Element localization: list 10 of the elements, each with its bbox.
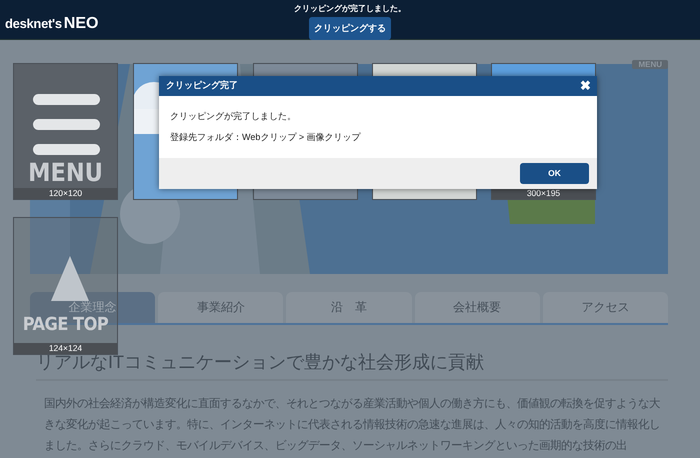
- nav-tab[interactable]: 事業紹介: [158, 292, 284, 323]
- status-message: クリッピングが完了しました。: [294, 3, 406, 14]
- body-paragraph: 国内外の社会経済が構造変化に直面するなかで、それとつながる産業活動や個人の働き方にも、価値観の転換を促すような大きな変化が起こっています。特に、インターネットに代表される情報技術の急速な進展は、人々の知的活動を高度に情報化しました。さらにクラウド、モバイルデバイス、ビッグデータ、ソーシャルネットワーキングといった画期的な技術の出: [44, 396, 661, 454]
- size-label: 124×124: [14, 343, 117, 354]
- nav-tab[interactable]: 沿 革: [286, 292, 412, 323]
- logo-text: desknet's: [5, 16, 62, 31]
- nav-tab[interactable]: アクセス: [542, 292, 668, 323]
- logo-text: NEO: [64, 15, 98, 33]
- nav-tab[interactable]: 会社概要: [414, 292, 540, 323]
- clip-button[interactable]: クリッピングする: [309, 17, 391, 40]
